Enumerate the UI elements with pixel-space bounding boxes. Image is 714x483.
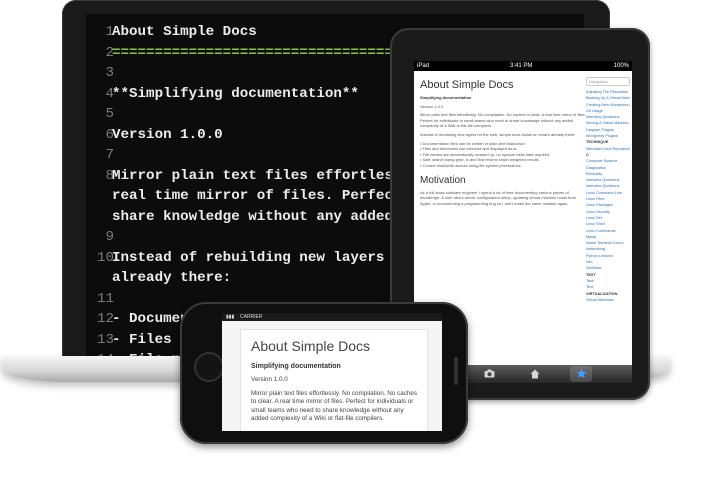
line-number: 3 <box>105 65 114 81</box>
iphone-version: Version 1.0.0 <box>251 376 288 383</box>
ipad-motivation-text: As a full stack software engineer I spen… <box>420 189 577 206</box>
line-number: 5 <box>105 106 114 122</box>
ipad-carrier: iPad <box>417 63 430 69</box>
ipad-status-bar: iPad 3:41 PM 100% <box>414 61 632 71</box>
ipad-battery: 100% <box>613 63 629 69</box>
iphone-home-button[interactable] <box>194 352 224 382</box>
line-number: 9 <box>105 229 114 245</box>
camera-icon[interactable] <box>484 369 495 378</box>
line-number: 12 <box>96 311 114 327</box>
home-icon[interactable] <box>530 369 540 379</box>
ipad-time: 3:41 PM <box>510 63 533 69</box>
line-number <box>86 207 114 228</box>
ipad-sidebar-item[interactable]: Creating New Wordpress Projects <box>586 102 630 108</box>
line-number: 6 <box>105 126 114 143</box>
ipad-navigation-select[interactable]: Navigation <box>586 77 630 86</box>
iphone-speaker <box>454 357 458 385</box>
ipad-version: Version 1.0.0 <box>420 103 444 109</box>
ipad-bullet-list: • Documentation files can be written in … <box>420 141 586 169</box>
ipad-intro-2: Instead of rebuilding new layers for the… <box>420 131 576 137</box>
ipad-subtitle: Simplifying documentation <box>420 95 472 100</box>
iphone-carrier: CARRIER <box>240 314 263 320</box>
iphone-page-title: About Simple Docs <box>251 338 371 354</box>
line-number: 4 <box>105 85 114 102</box>
line-number: 13 <box>96 331 114 348</box>
line-number: 1 <box>105 24 114 40</box>
iphone-screen: ▮▮▮ CARRIER About Simple Docs Simplifyin… <box>222 313 442 431</box>
line-number: 2 <box>105 44 114 61</box>
ipad-article: About Simple Docs Simplifying documentat… <box>420 79 586 209</box>
line-number <box>86 268 114 289</box>
iphone-intro: Mirror plain text files effortlessly. No… <box>251 389 417 423</box>
iphone-signal-icon: ▮▮▮ <box>226 314 235 320</box>
ipad-bullet-item: • Control read/write access using file s… <box>420 162 521 168</box>
line-number: 11 <box>96 290 114 307</box>
iphone-article: About Simple Docs Simplifying documentat… <box>240 329 428 431</box>
ipad-sidebar-item[interactable]: Alternate Linux Repositories <box>586 146 630 152</box>
line-number: 8 <box>105 167 114 184</box>
line-number: 10 <box>96 249 114 266</box>
line-number-gutter: 12345678910111213141516171819 <box>86 22 114 362</box>
ipad-sidebar-item[interactable]: Moving A Virtual Machine <box>586 120 630 126</box>
ipad-sidebar-list: Adjusting The Resolution Backing Up A Vir… <box>586 89 630 303</box>
star-icon[interactable] <box>576 368 587 379</box>
ipad-sidebar-item[interactable]: Backing Up A Virtual Machine <box>586 95 630 101</box>
ipad-motivation-heading: Motivation <box>420 174 466 186</box>
line-number <box>86 186 114 207</box>
ipad-page-title: About Simple Docs <box>420 79 514 91</box>
ipad-sidebar: Navigation Adjusting The Resolution Backi… <box>586 77 630 303</box>
line-number: 7 <box>105 147 114 163</box>
iphone-status-bar: ▮▮▮ CARRIER <box>222 313 442 321</box>
ipad-sidebar-item[interactable]: Virtual Machines <box>586 297 630 303</box>
iphone-subtitle: Simplifying documentation <box>251 363 341 370</box>
ipad-intro: Mirror plain text files effortlessly. No… <box>420 112 586 129</box>
